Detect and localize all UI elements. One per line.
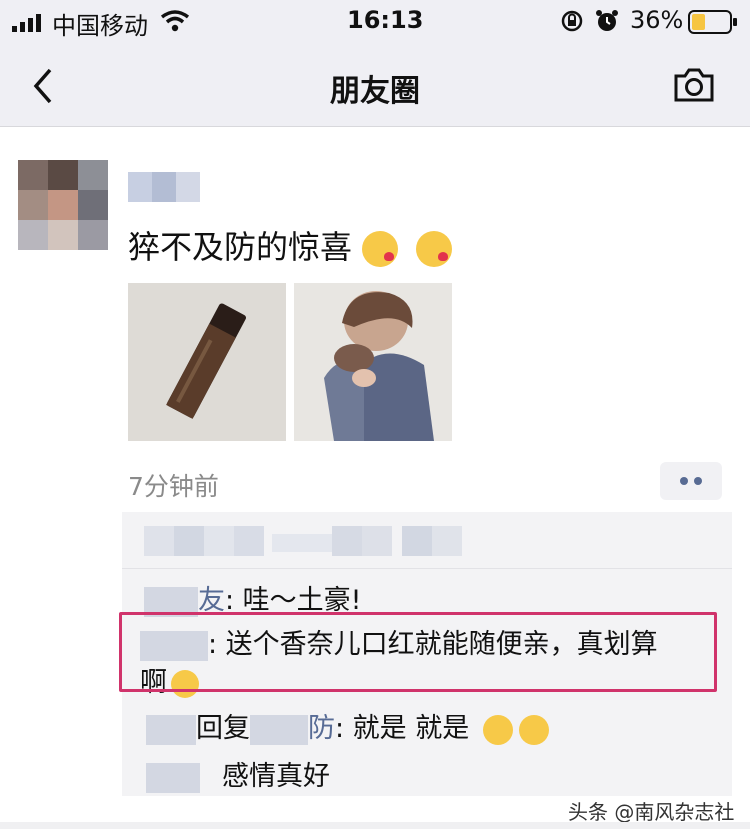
- more-actions-button[interactable]: [660, 462, 722, 500]
- battery-percent: 36%: [630, 6, 684, 34]
- kiss-emoji-icon: [362, 231, 399, 267]
- more-dot: [694, 477, 702, 485]
- kiss-emoji-icon: [416, 231, 453, 267]
- signal-icon: [12, 14, 46, 36]
- comment-4[interactable]: 感情真好: [122, 754, 330, 793]
- bottom-divider: [0, 822, 750, 829]
- post-image-couple[interactable]: [294, 283, 452, 441]
- highlight-annotation-box: [119, 612, 717, 692]
- grin-emoji-icon: [519, 714, 550, 745]
- likes-row: [122, 512, 732, 569]
- wifi-icon: [160, 10, 190, 36]
- post-text-content: 猝不及防的惊喜: [128, 228, 353, 266]
- username-blurred[interactable]: [128, 172, 200, 202]
- carrier-label: 中国移动: [52, 12, 148, 40]
- reply-target-blurred[interactable]: [250, 714, 308, 745]
- watermark: 头条 @南风杂志社: [568, 800, 735, 824]
- navigation-bar: 朋友圈: [0, 44, 750, 127]
- likes-blurred: [144, 526, 462, 556]
- more-dot: [680, 477, 688, 485]
- grin-emoji-icon: [483, 714, 514, 745]
- commenter-name-blurred[interactable]: [146, 762, 200, 793]
- reply-word: 回复: [196, 713, 250, 744]
- reply-target-suffix[interactable]: 防: [308, 713, 335, 744]
- comment-text: 感情真好: [222, 761, 330, 792]
- post-text: 猝不及防的惊喜: [128, 222, 453, 268]
- battery-icon: [688, 10, 738, 38]
- post-image-lipstick[interactable]: [128, 283, 286, 441]
- commenter-name-blurred[interactable]: [146, 714, 196, 745]
- comment-3[interactable]: 回复 防: 就是 就是: [122, 706, 550, 745]
- camera-button[interactable]: [672, 66, 716, 104]
- status-bar: 中国移动 16:13 36%: [0, 0, 750, 44]
- clock: 16:13: [347, 6, 424, 34]
- rotation-lock-icon: [560, 9, 584, 37]
- alarm-icon: [594, 8, 620, 38]
- avatar[interactable]: [18, 160, 108, 250]
- page-title: 朋友圈: [330, 74, 420, 109]
- camera-icon: [674, 68, 714, 102]
- post-timestamp: 7分钟前: [128, 472, 219, 501]
- comment-text: : 就是 就是: [335, 713, 470, 744]
